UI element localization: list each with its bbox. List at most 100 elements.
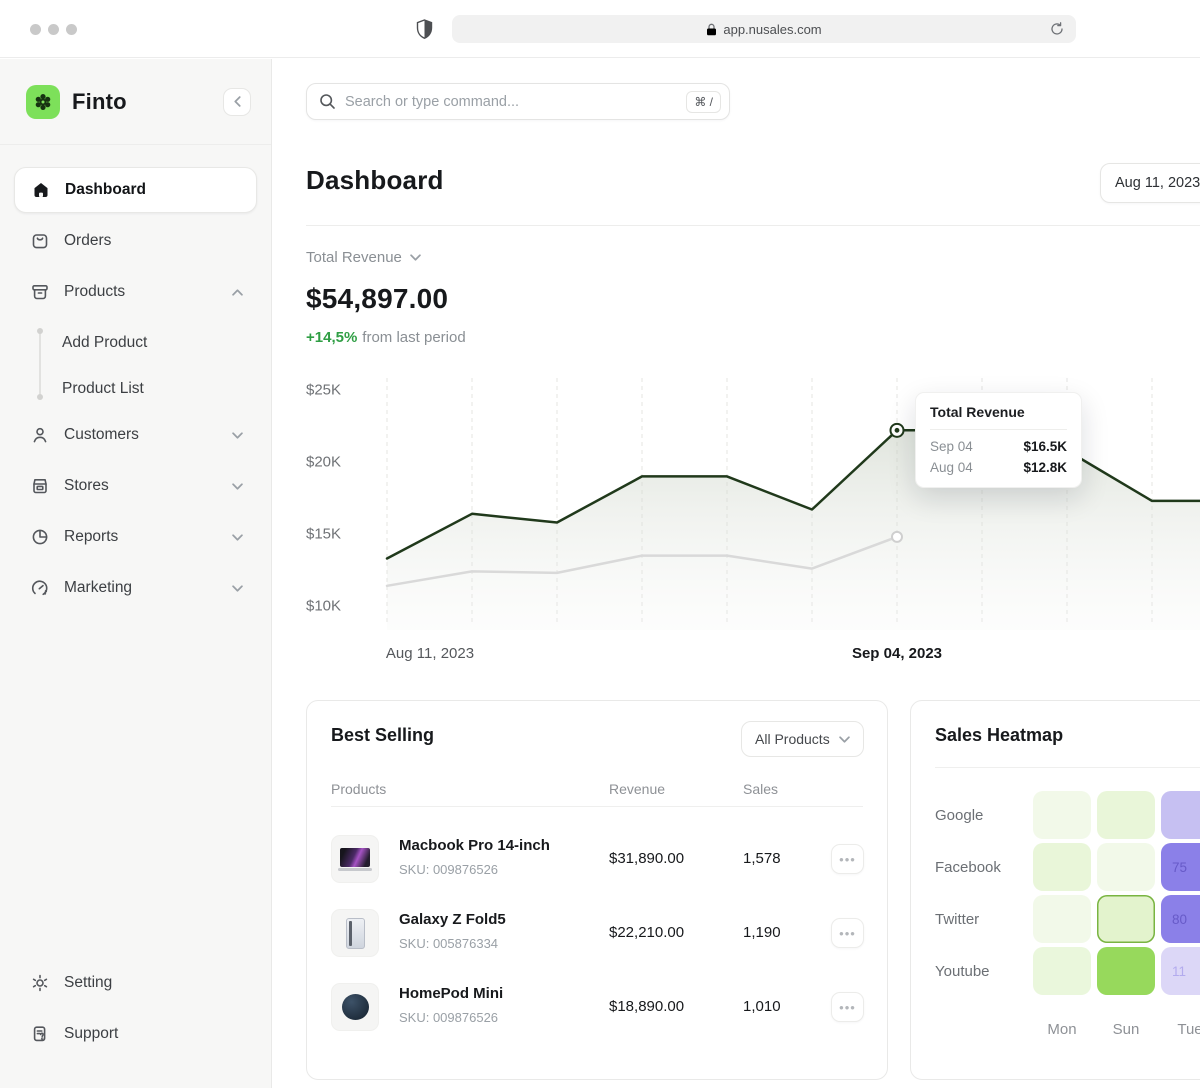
product-sales: 1,190 (743, 924, 781, 941)
sidebar-item-add-product[interactable]: Add Product (14, 320, 257, 366)
heatmap-cell[interactable] (1097, 791, 1155, 839)
chevron-down-icon (410, 254, 421, 261)
storefront-icon (30, 476, 50, 496)
y-axis-tick: $25K (306, 382, 350, 399)
sidebar-item-setting[interactable]: Setting (14, 960, 257, 1006)
sidebar-item-label: Add Product (62, 334, 147, 352)
delta-suffix: from last period (362, 329, 465, 346)
tooltip-row-value: $16.5K (1023, 439, 1067, 454)
sidebar-item-stores[interactable]: Stores (14, 463, 257, 509)
delta-value: +14,5% (306, 329, 357, 346)
row-more-button[interactable]: ••• (831, 844, 864, 874)
product-filter-dropdown[interactable]: All Products (741, 721, 864, 757)
best-selling-card: Best Selling All Products Products Reven… (306, 700, 888, 1080)
brand-name: Finto (72, 89, 223, 115)
main-content: ⌘ / Dashboard Aug 11, 2023 Total Revenue… (272, 59, 1200, 1088)
window-controls[interactable] (30, 24, 77, 35)
heatmap-cell[interactable] (1033, 791, 1091, 839)
heatmap-cell[interactable] (1097, 947, 1155, 995)
heatmap-row-label: Facebook (935, 843, 1030, 891)
sidebar-item-products[interactable]: Products (14, 269, 257, 315)
header-divider (306, 225, 1200, 226)
sidebar-collapse-button[interactable] (223, 88, 251, 116)
search-bar[interactable]: ⌘ / (306, 83, 730, 120)
heatmap-cell[interactable] (1033, 895, 1091, 943)
sidebar-item-product-list[interactable]: Product List (14, 366, 257, 412)
sidebar-item-marketing[interactable]: Marketing (14, 565, 257, 611)
metric-selector[interactable]: Total Revenue (306, 249, 421, 266)
column-revenue: Revenue (609, 781, 665, 797)
metric-value: $54,897.00 (306, 283, 448, 315)
product-sku: SKU: 009876526 (399, 862, 498, 877)
product-name: Galaxy Z Fold5 (399, 911, 506, 928)
shield-icon[interactable] (416, 19, 433, 45)
user-icon (30, 425, 50, 445)
table-row[interactable]: Macbook Pro 14-inch SKU: 009876526 $31,8… (307, 822, 889, 896)
sidebar-item-customers[interactable]: Customers (14, 412, 257, 458)
page-title: Dashboard (306, 165, 444, 196)
heatmap-cell[interactable]: 75 (1161, 843, 1200, 891)
tooltip-title: Total Revenue (930, 404, 1067, 420)
heatmap-cell[interactable] (1097, 895, 1155, 943)
heatmap-cell[interactable] (1161, 791, 1200, 839)
sidebar-item-label: Orders (64, 232, 243, 250)
product-sales: 1,010 (743, 998, 781, 1015)
address-bar[interactable]: app.nusales.com (452, 15, 1076, 43)
tooltip-row-label: Sep 04 (930, 439, 973, 454)
product-name: Macbook Pro 14-inch (399, 837, 550, 854)
search-icon (319, 93, 336, 110)
heatmap-row-label: Twitter (935, 895, 1030, 943)
sidebar-item-support[interactable]: Support (14, 1011, 257, 1057)
products-submenu: Add Product Product List (14, 320, 257, 412)
card-title: Sales Heatmap (935, 725, 1063, 746)
row-more-button[interactable]: ••• (831, 992, 864, 1022)
help-doc-icon (30, 1024, 50, 1044)
heatmap-cell[interactable] (1033, 843, 1091, 891)
y-axis-tick: $10K (306, 598, 350, 615)
reload-icon[interactable] (1048, 20, 1066, 38)
metric-label: Total Revenue (306, 249, 402, 266)
product-thumbnail (331, 909, 379, 957)
metric-delta: +14,5% from last period (306, 329, 466, 346)
heatmap-cell[interactable] (1097, 843, 1155, 891)
table-divider (331, 806, 863, 807)
row-more-button[interactable]: ••• (831, 918, 864, 948)
y-axis-tick: $15K (306, 526, 350, 543)
sidebar: Finto Dashboard Orders (0, 59, 272, 1088)
browser-chrome: app.nusales.com (0, 0, 1200, 58)
chevron-down-icon (232, 534, 243, 541)
heatmap-cell[interactable]: 11 (1161, 947, 1200, 995)
date-range-label: Aug 11, 2023 (1115, 175, 1200, 191)
date-range-button[interactable]: Aug 11, 2023 (1100, 163, 1200, 203)
sales-heatmap-card: Sales Heatmap GoogleFacebook 75 Twitter 80 Y… (910, 700, 1200, 1080)
heatmap-cell[interactable]: 80 (1161, 895, 1200, 943)
sidebar-item-orders[interactable]: Orders (14, 218, 257, 264)
tooltip-row-value: $12.8K (1023, 460, 1067, 475)
filter-label: All Products (755, 731, 830, 747)
lock-icon (706, 23, 717, 36)
heatmap-col-label: Tue (1161, 1021, 1200, 1038)
sidebar-item-label: Support (64, 1025, 243, 1043)
heatmap-col-label: Mon (1033, 1021, 1091, 1038)
product-sales: 1,578 (743, 850, 781, 867)
sidebar-item-reports[interactable]: Reports (14, 514, 257, 560)
chevron-down-icon (839, 736, 850, 743)
sidebar-footer: Setting Support (14, 960, 257, 1062)
table-row[interactable]: HomePod Mini SKU: 009876526 $18,890.00 1… (307, 970, 889, 1044)
x-axis-tick: Sep 04, 2023 (852, 645, 942, 662)
sidebar-item-dashboard[interactable]: Dashboard (14, 167, 257, 213)
url-text: app.nusales.com (723, 22, 821, 37)
table-row[interactable]: Galaxy Z Fold5 SKU: 005876334 $22,210.00… (307, 896, 889, 970)
search-input[interactable] (345, 94, 686, 110)
revenue-chart[interactable]: $25K$20K$15K$10K Total Revenue Sep 04$16… (306, 375, 1200, 630)
search-shortcut-badge: ⌘ / (686, 91, 721, 113)
heatmap-row-label: Youtube (935, 947, 1030, 995)
chart-tooltip: Total Revenue Sep 04$16.5K Aug 04$12.8K (915, 392, 1082, 488)
heatmap-cell[interactable] (1033, 947, 1091, 995)
shopping-bag-icon (30, 231, 50, 251)
sidebar-item-label: Stores (64, 477, 232, 495)
sidebar-nav: Dashboard Orders Products Add Product (0, 145, 271, 611)
product-sku: SKU: 009876526 (399, 1010, 498, 1025)
heatmap-row-label: Google (935, 791, 1030, 839)
column-products: Products (331, 781, 386, 797)
